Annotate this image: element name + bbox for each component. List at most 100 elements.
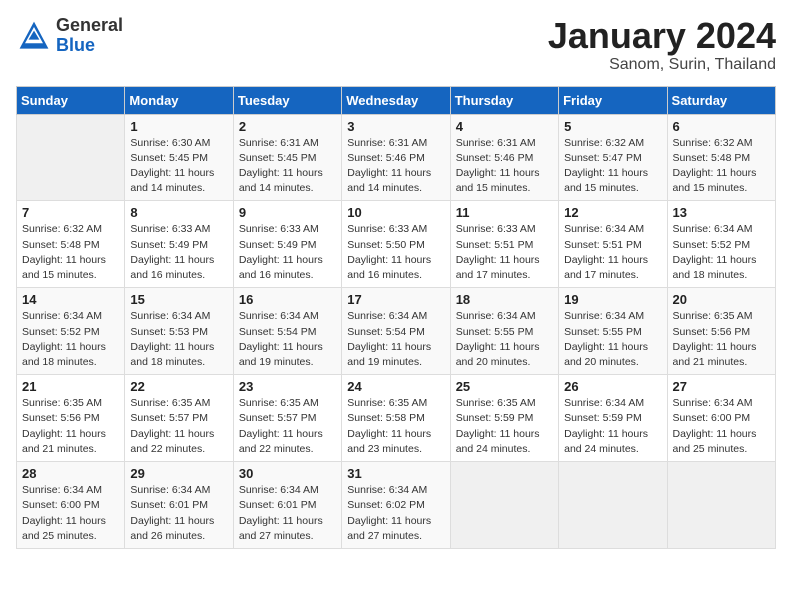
day-number: 7	[22, 205, 119, 220]
logo-blue-text: Blue	[56, 36, 123, 56]
calendar-cell: 19 Sunrise: 6:34 AMSunset: 5:55 PMDayligh…	[559, 288, 667, 375]
day-number: 2	[239, 119, 336, 134]
calendar-header-cell: Monday	[125, 86, 233, 114]
calendar-cell: 30 Sunrise: 6:34 AMSunset: 6:01 PMDayligh…	[233, 462, 341, 549]
day-detail: Sunrise: 6:32 AMSunset: 5:48 PMDaylight:…	[22, 222, 119, 283]
page-header: General Blue January 2024 Sanom, Surin, …	[16, 16, 776, 74]
calendar-cell: 8 Sunrise: 6:33 AMSunset: 5:49 PMDaylight…	[125, 201, 233, 288]
calendar-cell: 3Sunrise: 6:31 AMSunset: 5:46 PMDaylight…	[342, 114, 450, 201]
day-detail: Sunrise: 6:34 AMSunset: 6:01 PMDaylight:…	[239, 483, 336, 544]
calendar-cell	[667, 462, 775, 549]
calendar-cell: 16 Sunrise: 6:34 AMSunset: 5:54 PMDayligh…	[233, 288, 341, 375]
calendar-cell: 22 Sunrise: 6:35 AMSunset: 5:57 PMDayligh…	[125, 375, 233, 462]
day-detail: Sunrise: 6:35 AMSunset: 5:56 PMDaylight:…	[673, 309, 770, 370]
day-number: 13	[673, 205, 770, 220]
day-detail: Sunrise: 6:34 AMSunset: 5:55 PMDaylight:…	[564, 309, 661, 370]
calendar-cell: 5 Sunrise: 6:32 AMSunset: 5:47 PMDaylight…	[559, 114, 667, 201]
day-number: 29	[130, 466, 227, 481]
calendar-header-cell: Tuesday	[233, 86, 341, 114]
day-detail: Sunrise: 6:34 AMSunset: 5:54 PMDaylight:…	[347, 309, 444, 370]
calendar-cell: 25 Sunrise: 6:35 AMSunset: 5:59 PMDayligh…	[450, 375, 558, 462]
calendar-cell	[17, 114, 125, 201]
day-number: 27	[673, 379, 770, 394]
calendar-cell: 11 Sunrise: 6:33 AMSunset: 5:51 PMDayligh…	[450, 201, 558, 288]
day-detail: Sunrise: 6:33 AMSunset: 5:51 PMDaylight:…	[456, 222, 553, 283]
calendar-cell: 15Sunrise: 6:34 AMSunset: 5:53 PMDayligh…	[125, 288, 233, 375]
day-number: 1	[130, 119, 227, 134]
day-detail: Sunrise: 6:34 AMSunset: 6:00 PMDaylight:…	[673, 396, 770, 457]
calendar-cell: 12 Sunrise: 6:34 AMSunset: 5:51 PMDayligh…	[559, 201, 667, 288]
day-number: 14	[22, 292, 119, 307]
day-detail: Sunrise: 6:34 AMSunset: 5:59 PMDaylight:…	[564, 396, 661, 457]
calendar-cell: 21 Sunrise: 6:35 AMSunset: 5:56 PMDayligh…	[17, 375, 125, 462]
calendar-header-cell: Sunday	[17, 86, 125, 114]
day-detail: Sunrise: 6:34 AMSunset: 6:02 PMDaylight:…	[347, 483, 444, 544]
day-detail: Sunrise: 6:35 AMSunset: 5:59 PMDaylight:…	[456, 396, 553, 457]
day-detail: Sunrise: 6:34 AMSunset: 5:52 PMDaylight:…	[673, 222, 770, 283]
calendar-week-row: 1 Sunrise: 6:30 AMSunset: 5:45 PMDaylight…	[17, 114, 776, 201]
day-number: 5	[564, 119, 661, 134]
month-title: January 2024	[548, 16, 776, 56]
day-detail: Sunrise: 6:34 AMSunset: 5:54 PMDaylight:…	[239, 309, 336, 370]
calendar-cell: 10Sunrise: 6:33 AMSunset: 5:50 PMDayligh…	[342, 201, 450, 288]
day-number: 23	[239, 379, 336, 394]
day-number: 30	[239, 466, 336, 481]
day-number: 31	[347, 466, 444, 481]
day-detail: Sunrise: 6:31 AMSunset: 5:46 PMDaylight:…	[456, 136, 553, 197]
calendar-cell: 28 Sunrise: 6:34 AMSunset: 6:00 PMDayligh…	[17, 462, 125, 549]
day-detail: Sunrise: 6:33 AMSunset: 5:49 PMDaylight:…	[130, 222, 227, 283]
day-detail: Sunrise: 6:34 AMSunset: 5:51 PMDaylight:…	[564, 222, 661, 283]
calendar-cell: 23Sunrise: 6:35 AMSunset: 5:57 PMDayligh…	[233, 375, 341, 462]
location-title: Sanom, Surin, Thailand	[548, 56, 776, 74]
day-detail: Sunrise: 6:32 AMSunset: 5:47 PMDaylight:…	[564, 136, 661, 197]
calendar-header-cell: Wednesday	[342, 86, 450, 114]
calendar-cell: 2Sunrise: 6:31 AMSunset: 5:45 PMDaylight…	[233, 114, 341, 201]
day-number: 28	[22, 466, 119, 481]
calendar-cell: 18 Sunrise: 6:34 AMSunset: 5:55 PMDayligh…	[450, 288, 558, 375]
calendar-cell: 4Sunrise: 6:31 AMSunset: 5:46 PMDaylight…	[450, 114, 558, 201]
day-detail: Sunrise: 6:34 AMSunset: 5:55 PMDaylight:…	[456, 309, 553, 370]
day-detail: Sunrise: 6:32 AMSunset: 5:48 PMDaylight:…	[673, 136, 770, 197]
calendar-cell	[450, 462, 558, 549]
calendar-cell: 17Sunrise: 6:34 AMSunset: 5:54 PMDayligh…	[342, 288, 450, 375]
day-number: 11	[456, 205, 553, 220]
day-number: 22	[130, 379, 227, 394]
day-detail: Sunrise: 6:30 AMSunset: 5:45 PMDaylight:…	[130, 136, 227, 197]
day-number: 12	[564, 205, 661, 220]
calendar-cell: 14 Sunrise: 6:34 AMSunset: 5:52 PMDayligh…	[17, 288, 125, 375]
day-number: 20	[673, 292, 770, 307]
day-number: 16	[239, 292, 336, 307]
day-detail: Sunrise: 6:31 AMSunset: 5:46 PMDaylight:…	[347, 136, 444, 197]
calendar-week-row: 21 Sunrise: 6:35 AMSunset: 5:56 PMDayligh…	[17, 375, 776, 462]
calendar-header-cell: Saturday	[667, 86, 775, 114]
day-detail: Sunrise: 6:34 AMSunset: 6:01 PMDaylight:…	[130, 483, 227, 544]
calendar-cell: 13 Sunrise: 6:34 AMSunset: 5:52 PMDayligh…	[667, 201, 775, 288]
calendar-cell: 31 Sunrise: 6:34 AMSunset: 6:02 PMDayligh…	[342, 462, 450, 549]
day-number: 25	[456, 379, 553, 394]
calendar-cell	[559, 462, 667, 549]
day-detail: Sunrise: 6:35 AMSunset: 5:58 PMDaylight:…	[347, 396, 444, 457]
day-detail: Sunrise: 6:34 AMSunset: 6:00 PMDaylight:…	[22, 483, 119, 544]
calendar-header-row: SundayMondayTuesdayWednesdayThursdayFrid…	[17, 86, 776, 114]
day-number: 18	[456, 292, 553, 307]
day-number: 19	[564, 292, 661, 307]
calendar-cell: 9 Sunrise: 6:33 AMSunset: 5:49 PMDaylight…	[233, 201, 341, 288]
logo: General Blue	[16, 16, 123, 56]
calendar-header-cell: Friday	[559, 86, 667, 114]
day-number: 8	[130, 205, 227, 220]
calendar-cell: 20 Sunrise: 6:35 AMSunset: 5:56 PMDayligh…	[667, 288, 775, 375]
day-detail: Sunrise: 6:35 AMSunset: 5:57 PMDaylight:…	[130, 396, 227, 457]
day-number: 21	[22, 379, 119, 394]
calendar-cell: 1 Sunrise: 6:30 AMSunset: 5:45 PMDaylight…	[125, 114, 233, 201]
day-number: 9	[239, 205, 336, 220]
calendar-cell: 24 Sunrise: 6:35 AMSunset: 5:58 PMDayligh…	[342, 375, 450, 462]
day-detail: Sunrise: 6:35 AMSunset: 5:56 PMDaylight:…	[22, 396, 119, 457]
day-detail: Sunrise: 6:33 AMSunset: 5:50 PMDaylight:…	[347, 222, 444, 283]
calendar-cell: 27 Sunrise: 6:34 AMSunset: 6:00 PMDayligh…	[667, 375, 775, 462]
day-number: 24	[347, 379, 444, 394]
calendar-week-row: 14 Sunrise: 6:34 AMSunset: 5:52 PMDayligh…	[17, 288, 776, 375]
day-detail: Sunrise: 6:33 AMSunset: 5:49 PMDaylight:…	[239, 222, 336, 283]
calendar-cell: 26Sunrise: 6:34 AMSunset: 5:59 PMDayligh…	[559, 375, 667, 462]
title-block: January 2024 Sanom, Surin, Thailand	[548, 16, 776, 74]
day-detail: Sunrise: 6:34 AMSunset: 5:52 PMDaylight:…	[22, 309, 119, 370]
